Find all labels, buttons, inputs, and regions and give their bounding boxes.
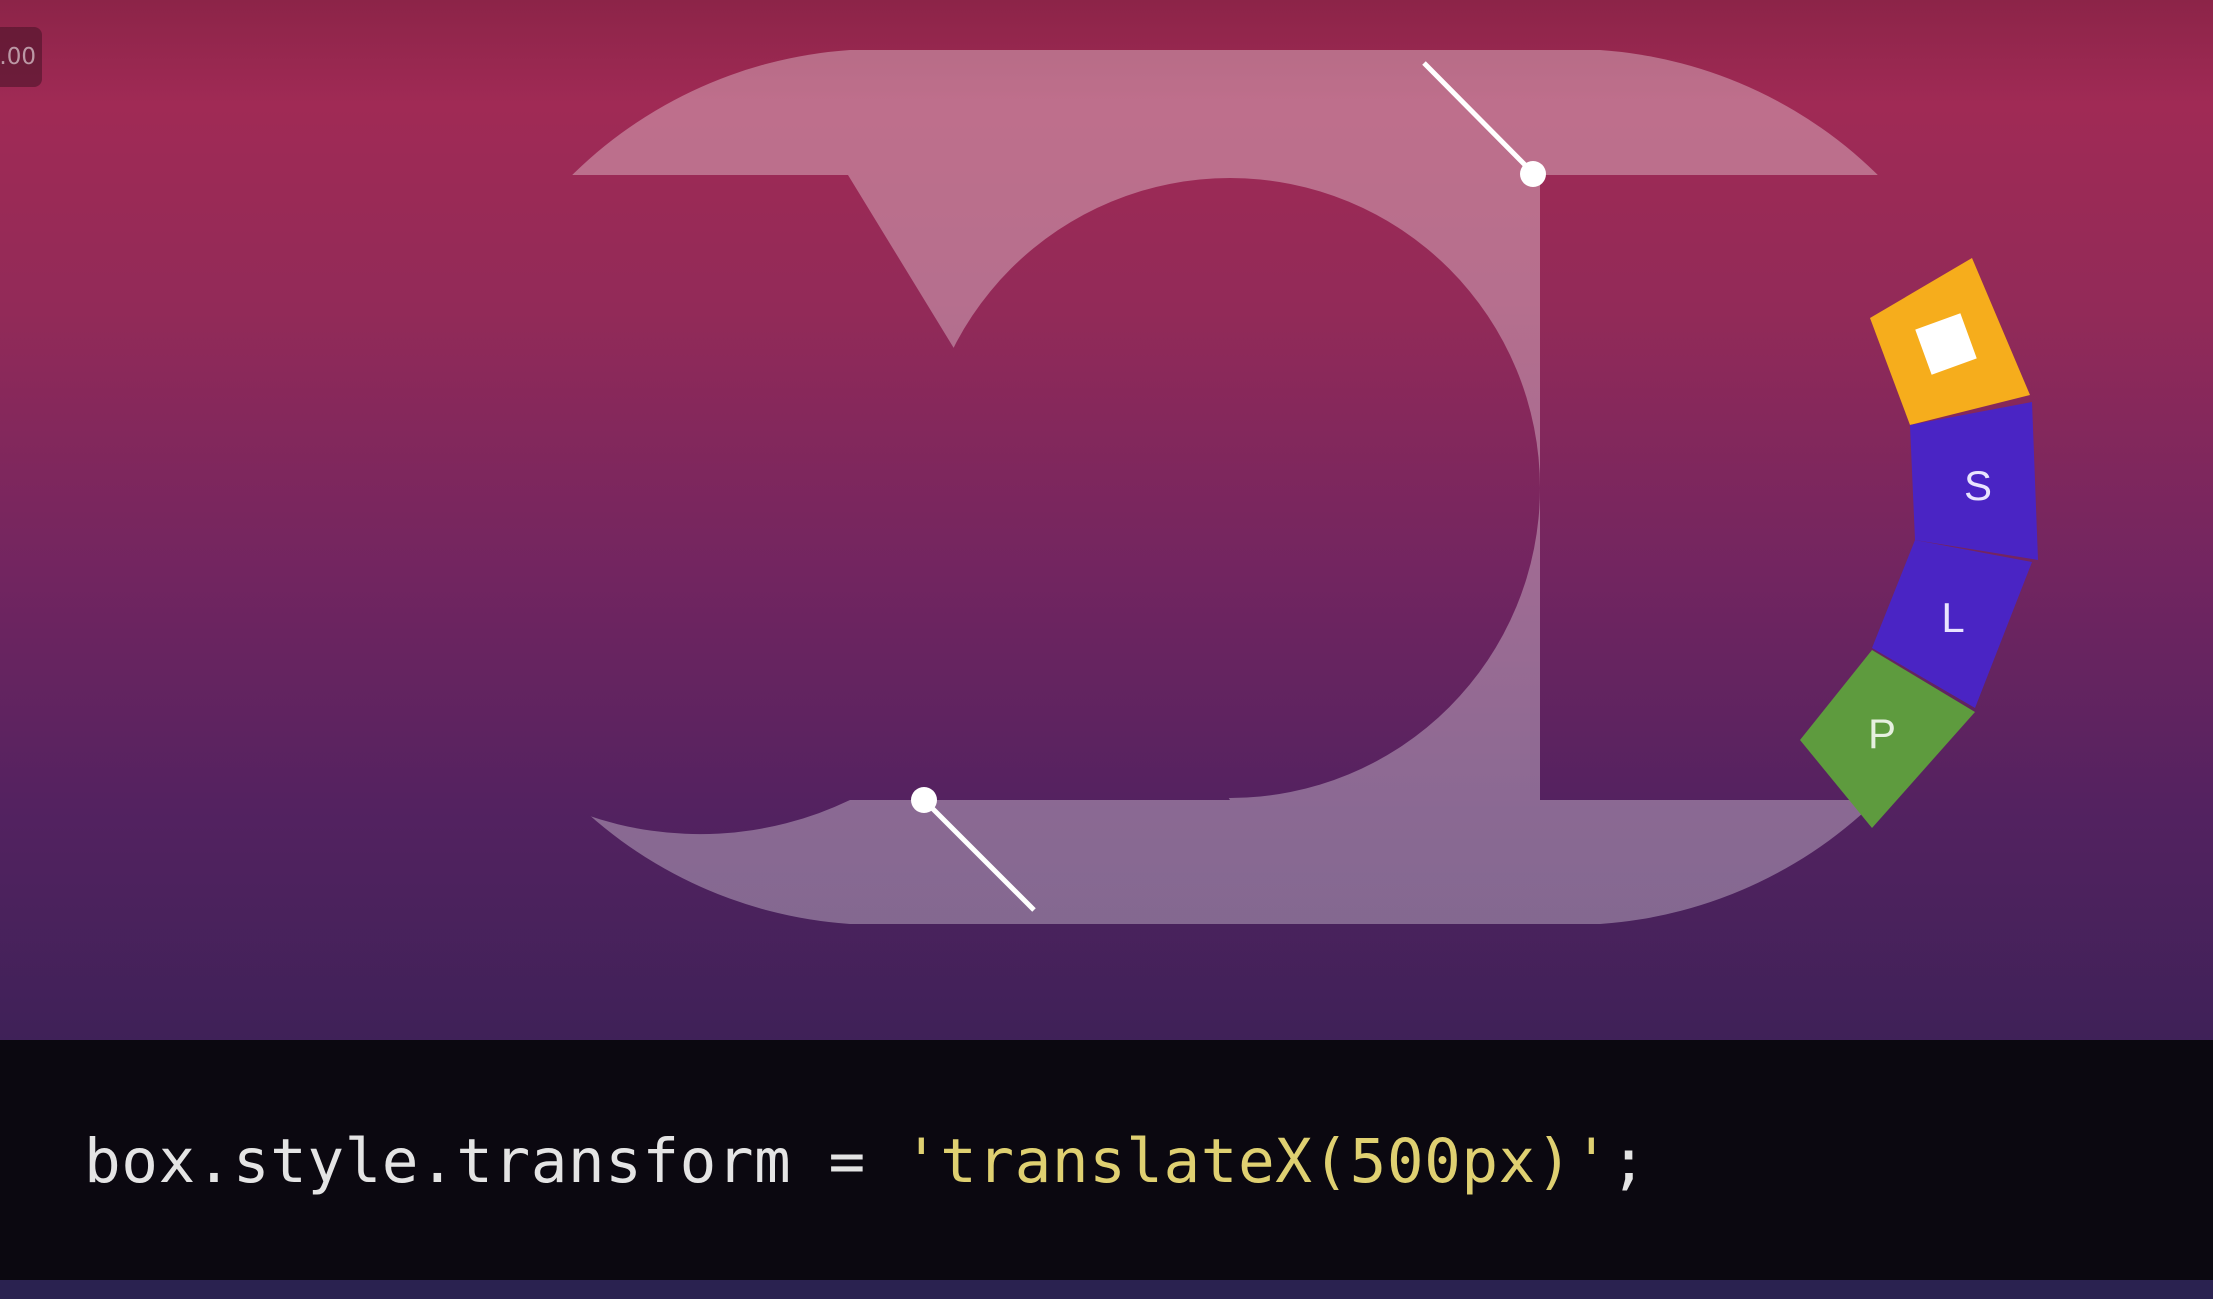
code-suffix: ; [1610, 1126, 1648, 1197]
speed-badge: .00 [0, 27, 42, 87]
animation-stage: S L P .00 [0, 0, 2213, 1040]
segment-label-l: L [1941, 594, 1964, 641]
code-line: box.style.transform = 'translateX(500px)… [84, 1117, 1647, 1207]
segment-label-p: P [1868, 710, 1896, 757]
event-loop-diagram: S L P [441, 50, 2038, 924]
code-prefix: box.style.transform = [84, 1126, 903, 1197]
code-string: 'translateX(500px)' [902, 1126, 1611, 1197]
bottom-strip [0, 1280, 2213, 1299]
bottom-handle-knob[interactable] [911, 787, 937, 813]
top-handle-knob[interactable] [1520, 161, 1546, 187]
segment-label-s: S [1964, 462, 1992, 509]
loop-track [441, 50, 2009, 924]
